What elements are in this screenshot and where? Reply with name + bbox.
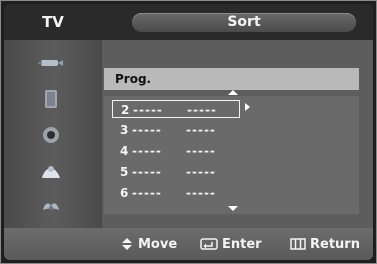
button-guide-footer: Move Enter Return [4, 228, 373, 260]
scroll-up-arrow-icon[interactable] [228, 90, 238, 95]
return-hint: Return [290, 228, 360, 260]
prog-label: Prog. [115, 72, 152, 86]
row-channel: ----- [186, 165, 216, 179]
header: TV Sort [4, 4, 373, 40]
row-channel: ----- [186, 144, 216, 158]
row-number: 3 [120, 123, 129, 137]
setup-icon-graphic [43, 203, 59, 210]
move-hint: Move [120, 228, 177, 260]
row-name: ----- [133, 103, 163, 117]
setup-icon[interactable] [35, 194, 67, 220]
menu-title: Sort [132, 13, 356, 32]
program-row-selected[interactable]: 2 ----- ----- [112, 100, 240, 118]
sound-icon-graphic [43, 127, 59, 143]
row-name: ----- [132, 144, 162, 158]
channel-icon-graphic [42, 166, 60, 178]
row-name: ----- [132, 186, 162, 200]
prog-column-header: Prog. [104, 68, 359, 90]
program-row[interactable]: 5 ----- ----- [112, 163, 240, 181]
sidebar [4, 40, 102, 228]
move-label: Move [138, 236, 178, 252]
input-icon-graphic [38, 60, 63, 66]
enter-label: Enter [222, 236, 262, 252]
input-icon[interactable] [35, 50, 67, 76]
row-channel: ----- [186, 123, 216, 137]
osd-panel: TV Sort Prog. 2 ----- ----- 3 ----- ----… [4, 4, 373, 260]
return-label: Return [310, 236, 360, 252]
program-row[interactable]: 3 ----- ----- [112, 121, 240, 139]
tv-osd-frame: TV Sort Prog. 2 ----- ----- 3 ----- ----… [0, 0, 377, 264]
row-channel: ----- [187, 103, 217, 117]
picture-icon-graphic [45, 90, 57, 108]
enter-right-arrow-icon[interactable] [245, 103, 250, 111]
enter-hint: Enter [200, 228, 262, 260]
enter-icon [200, 238, 218, 250]
scroll-down-arrow-icon[interactable] [228, 206, 238, 211]
row-number: 6 [120, 186, 129, 200]
row-number: 4 [120, 144, 129, 158]
channel-icon[interactable] [35, 158, 67, 184]
row-number: 2 [121, 103, 130, 117]
picture-icon[interactable] [35, 86, 67, 112]
row-name: ----- [132, 165, 162, 179]
sound-icon[interactable] [35, 122, 67, 148]
return-icon [290, 238, 306, 250]
row-name: ----- [132, 123, 162, 137]
tv-label: TV [42, 13, 64, 31]
row-channel: ----- [186, 186, 216, 200]
move-icon [122, 238, 132, 250]
program-row[interactable]: 4 ----- ----- [112, 142, 240, 160]
row-number: 5 [120, 165, 129, 179]
program-row[interactable]: 6 ----- ----- [112, 184, 240, 202]
